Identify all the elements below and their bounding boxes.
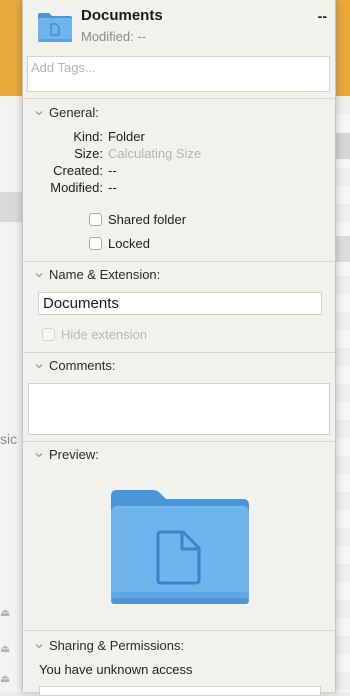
chevron-down-icon: [35, 643, 43, 648]
kind-value: Folder: [108, 129, 145, 144]
tags-field[interactable]: [27, 56, 330, 92]
folder-icon: [38, 13, 72, 42]
eject-icon[interactable]: ⏏: [0, 606, 10, 619]
chevron-down-icon: [35, 110, 43, 115]
checkbox-box[interactable]: [42, 328, 55, 341]
shared-folder-label: Shared folder: [108, 212, 187, 227]
divider: [23, 98, 335, 99]
background-row: [334, 236, 350, 262]
size-value: Calculating Size: [108, 146, 202, 161]
size-label: Size:: [74, 146, 103, 161]
hide-extension-label: Hide extension: [61, 327, 147, 342]
file-title: Documents: [81, 7, 163, 24]
shared-folder-checkbox[interactable]: Shared folder: [89, 212, 186, 227]
section-preview-toggle[interactable]: Preview:: [33, 447, 99, 462]
section-name-extension-heading: Name & Extension:: [49, 267, 161, 282]
created-label: Created:: [53, 163, 103, 178]
general-details: Kind: Folder Size: Calculating Size Crea…: [23, 129, 335, 199]
background-partial-text: sic: [0, 431, 18, 447]
section-name-extension-toggle[interactable]: Name & Extension:: [33, 267, 160, 282]
created-value: --: [108, 163, 117, 178]
section-preview-heading: Preview:: [49, 447, 99, 462]
chevron-down-icon: [35, 363, 43, 368]
section-sharing-heading: Sharing & Permissions:: [49, 638, 185, 653]
divider: [23, 261, 335, 262]
tags-input[interactable]: [31, 60, 321, 75]
modified-value: --: [108, 180, 117, 195]
background-list: [334, 96, 350, 692]
modified-summary: Modified: --: [81, 29, 147, 44]
checkbox-box[interactable]: [89, 213, 102, 226]
access-status: You have unknown access: [39, 662, 193, 677]
section-comments-toggle[interactable]: Comments:: [33, 358, 115, 373]
locked-label: Locked: [108, 236, 150, 251]
divider: [23, 630, 335, 631]
eject-icon[interactable]: ⏏: [0, 672, 10, 685]
chevron-down-icon: [35, 272, 43, 277]
kind-label: Kind:: [73, 129, 103, 144]
modified-label: Modified:: [50, 180, 103, 195]
name-field[interactable]: Documents: [38, 292, 322, 315]
background-sidebar: sic ⏏ ⏏ ⏏: [0, 96, 24, 692]
divider: [23, 352, 335, 353]
locked-checkbox[interactable]: Locked: [89, 236, 150, 251]
get-info-panel: Documents -- Modified: -- General: Kind:…: [22, 0, 336, 696]
section-general-toggle[interactable]: General:: [33, 105, 99, 120]
comments-textarea[interactable]: [28, 383, 330, 435]
file-size: --: [317, 8, 327, 24]
background-row: [334, 133, 350, 159]
permissions-table[interactable]: [39, 686, 321, 696]
divider: [23, 441, 335, 442]
checkbox-box[interactable]: [89, 237, 102, 250]
section-sharing-toggle[interactable]: Sharing & Permissions:: [33, 638, 184, 653]
info-header: Documents -- Modified: --: [23, 0, 335, 52]
chevron-down-icon: [35, 452, 43, 457]
background-selected-row: [0, 192, 24, 222]
eject-icon[interactable]: ⏏: [0, 642, 10, 655]
folder-preview-icon: [111, 490, 249, 604]
section-general-heading: General:: [49, 105, 99, 120]
section-comments-heading: Comments:: [49, 358, 116, 373]
hide-extension-checkbox[interactable]: Hide extension: [42, 327, 147, 342]
